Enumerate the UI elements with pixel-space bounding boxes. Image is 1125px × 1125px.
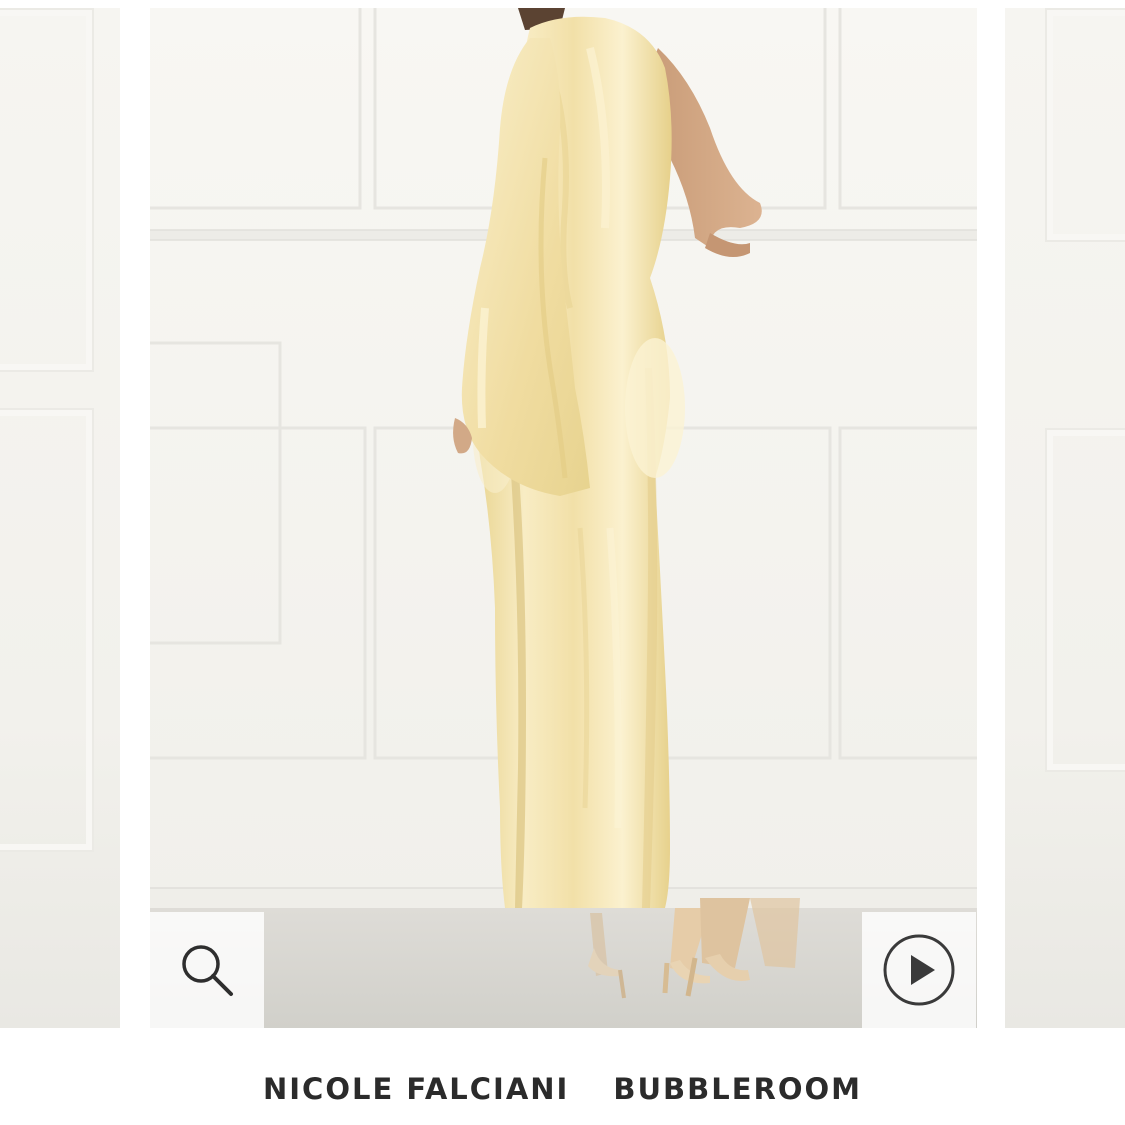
- product-main-image[interactable]: [150, 8, 977, 1028]
- retailer-name[interactable]: BUBBLEROOM: [613, 1072, 862, 1106]
- product-gallery-page: NICOLE FALCIANI BUBBLEROOM: [0, 0, 1125, 1125]
- previous-image-peek[interactable]: [0, 8, 120, 1028]
- product-photo: [150, 8, 977, 1028]
- zoom-button[interactable]: [150, 912, 264, 1028]
- play-video-button[interactable]: [862, 912, 976, 1028]
- magnifier-icon: [182, 945, 233, 996]
- brand-name[interactable]: NICOLE FALCIANI: [263, 1072, 569, 1106]
- next-image-peek[interactable]: [1005, 8, 1125, 1028]
- product-caption: NICOLE FALCIANI BUBBLEROOM: [0, 1072, 1125, 1106]
- play-circle-icon: [883, 934, 955, 1006]
